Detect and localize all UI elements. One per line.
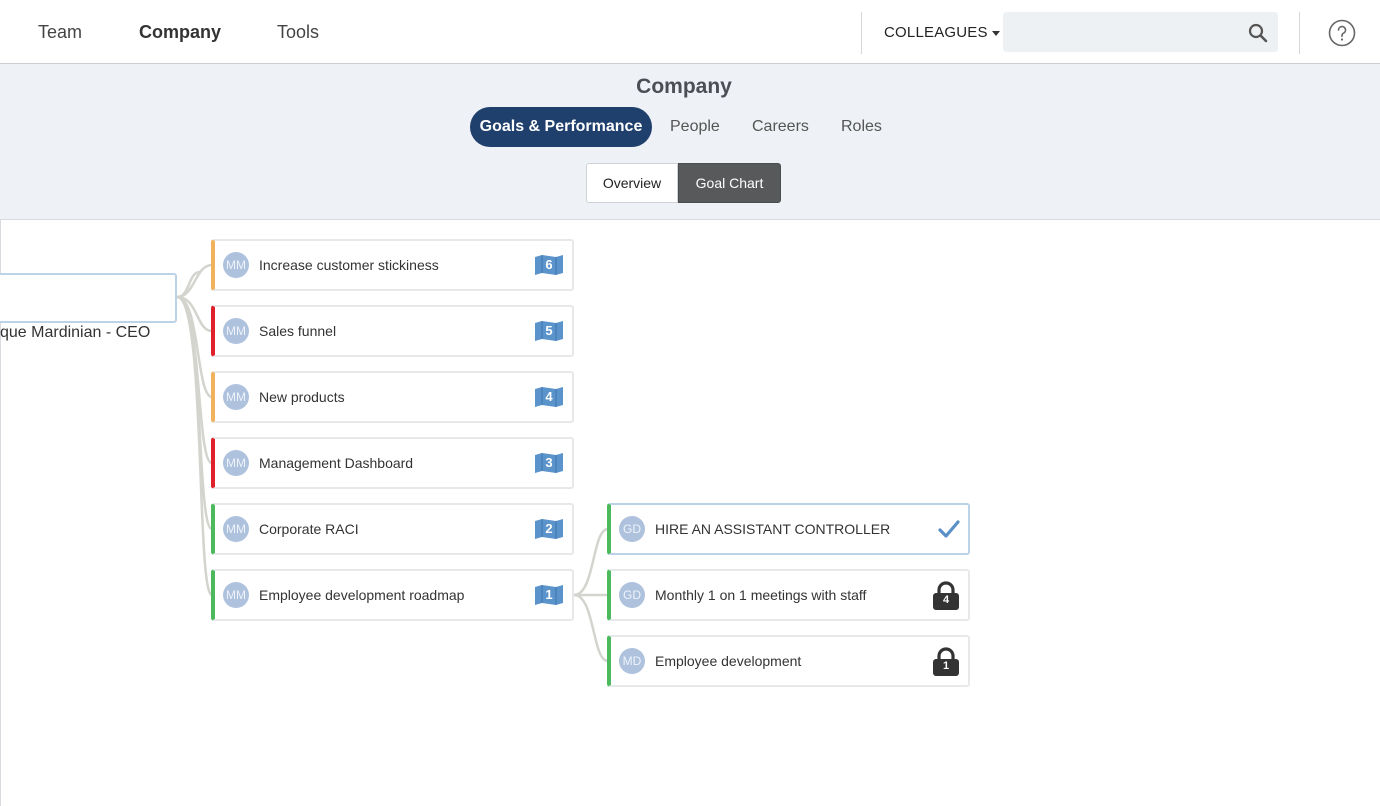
subgoal-count: 3: [545, 455, 553, 470]
overview-button[interactable]: Overview: [586, 163, 678, 203]
subgoal-card[interactable]: GD Monthly 1 on 1 meetings with staff 4: [607, 569, 970, 621]
avatar: MM: [223, 450, 249, 476]
page-title: Company: [636, 75, 732, 98]
avatar: MD: [619, 648, 645, 674]
help-icon[interactable]: [1328, 19, 1356, 47]
goal-card[interactable]: MM Increase customer stickiness 6: [211, 239, 574, 291]
caret-down-icon: [991, 30, 1000, 36]
subgoal-count: 4: [545, 389, 553, 404]
goal-card[interactable]: MM Management Dashboard 3: [211, 437, 574, 489]
nav-tab-company[interactable]: Company: [139, 22, 221, 43]
subgoal-count: 5: [545, 323, 553, 338]
subgoal-label: Employee development: [655, 653, 802, 669]
check-icon: [938, 520, 960, 538]
avatar: MM: [223, 516, 249, 542]
goal-card[interactable]: MM Sales funnel 5: [211, 305, 574, 357]
subgoal-count: 2: [545, 521, 553, 536]
goal-label: Management Dashboard: [259, 455, 414, 471]
subgoal-label: HIRE AN ASSISTANT CONTROLLER: [655, 521, 891, 537]
search-box: [1003, 12, 1278, 52]
goal-label: Increase customer stickiness: [259, 257, 439, 273]
nav-divider: [861, 12, 862, 54]
tab-goals-performance[interactable]: Goals & Performance: [470, 107, 652, 147]
nav-divider: [1299, 12, 1300, 54]
nav-tab-tools[interactable]: Tools: [277, 22, 319, 43]
tab-roles[interactable]: Roles: [841, 107, 882, 147]
subgoal-count: 1: [545, 587, 553, 602]
nav-tab-team[interactable]: Team: [38, 22, 82, 43]
colleagues-dropdown[interactable]: COLLEAGUES: [884, 24, 1000, 41]
goal-label: Sales funnel: [259, 323, 337, 339]
search-icon[interactable]: [1248, 23, 1268, 43]
subgoal-count: 6: [545, 257, 553, 272]
goal-card[interactable]: MM New products 4: [211, 371, 574, 423]
avatar: GD: [619, 516, 645, 542]
lock-count: 1: [942, 660, 950, 672]
subgoal-label: Monthly 1 on 1 meetings with staff: [655, 587, 867, 603]
top-navigation: Team Company Tools COLLEAGUES: [0, 0, 1380, 64]
goal-chart-button[interactable]: Goal Chart: [678, 163, 781, 203]
goal-label: New products: [259, 389, 345, 405]
goal-card[interactable]: MM Employee development roadmap 1: [211, 569, 574, 621]
avatar: MM: [223, 582, 249, 608]
goal-label: Employee development roadmap: [259, 587, 465, 603]
avatar: MM: [223, 318, 249, 344]
avatar: GD: [619, 582, 645, 608]
search-input[interactable]: [1003, 12, 1243, 52]
root-goal-card[interactable]: [0, 273, 177, 323]
subgoal-card[interactable]: GD HIRE AN ASSISTANT CONTROLLER: [607, 503, 970, 555]
avatar: MM: [223, 252, 249, 278]
goal-label: Corporate RACI: [259, 521, 359, 537]
tab-careers[interactable]: Careers: [752, 107, 809, 147]
goal-card[interactable]: MM Corporate RACI 2: [211, 503, 574, 555]
root-owner-label: que Mardinian - CEO: [0, 324, 151, 341]
tab-people[interactable]: People: [670, 107, 720, 147]
colleagues-label: COLLEAGUES: [884, 24, 988, 41]
company-header: Company Goals & Performance People Caree…: [0, 64, 1380, 220]
subgoal-card[interactable]: MD Employee development 1: [607, 635, 970, 687]
avatar: MM: [223, 384, 249, 410]
lock-count: 4: [942, 594, 950, 606]
